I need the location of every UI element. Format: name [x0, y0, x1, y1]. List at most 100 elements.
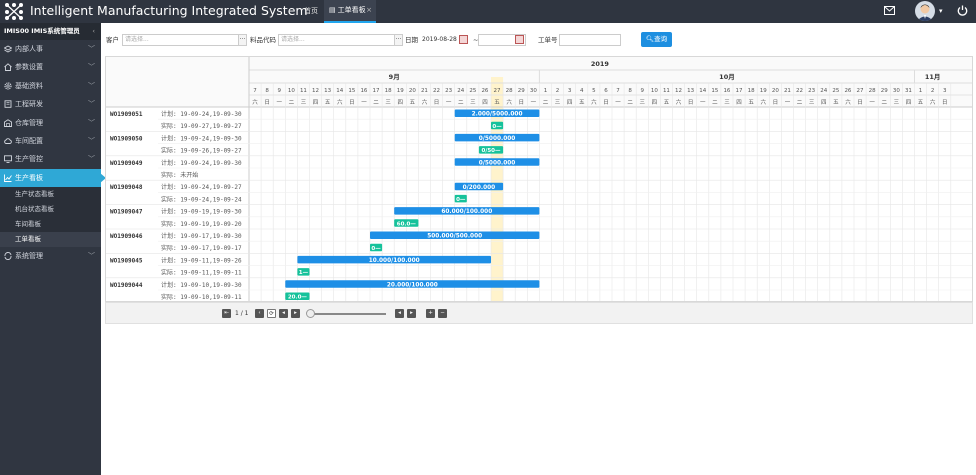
zoom-in-button[interactable]: + — [426, 309, 435, 318]
weekday-label: 三 — [809, 99, 815, 106]
actual-dates: 实际: 19-09-11,19-09-11 — [161, 269, 242, 277]
sidebar-subitem[interactable]: 工单看板 — [0, 232, 101, 248]
sidebar-item-warehouse[interactable]: 仓库管理 ﹀ — [0, 114, 101, 132]
order-number: WO1909046 — [110, 233, 143, 240]
scroll-right-button[interactable]: ▸ — [291, 309, 300, 318]
plan-dates: 计划: 19-09-17,19-09-30 — [161, 232, 242, 240]
calendar-icon[interactable] — [459, 35, 468, 44]
first-page-button[interactable]: ⇤ — [222, 309, 231, 318]
order-number: WO1909050 — [110, 135, 143, 142]
weekday-label: 三 — [894, 99, 900, 106]
sidebar-subitem[interactable]: 车间看板 — [0, 217, 101, 233]
weekday-label: 日 — [603, 99, 609, 106]
sidebar-item-cycle[interactable]: 系统管理 ﹀ — [0, 247, 101, 265]
weekday-label: 六 — [760, 98, 766, 106]
day-label: 29 — [881, 88, 888, 94]
zoom-slider-track[interactable] — [311, 313, 386, 315]
actual-bar-label: 0— — [492, 124, 502, 130]
day-label: 17 — [736, 88, 743, 94]
day-label: 21 — [421, 88, 428, 94]
query-button[interactable]: 🔍︎查询 — [641, 32, 672, 47]
weekday-label: 五 — [833, 99, 839, 106]
weekday-label: 五 — [494, 99, 500, 106]
weekday-label: 六 — [422, 98, 428, 106]
actual-bar-label: 60.0— — [397, 221, 417, 227]
day-label: 13 — [324, 88, 331, 94]
plan-bar-label: 0/5000.000 — [479, 160, 516, 166]
zoom-out-button[interactable]: − — [438, 309, 447, 318]
material-code-input[interactable]: 请选择... — [278, 34, 396, 46]
order-no-input[interactable] — [559, 34, 621, 46]
day-label: 13 — [687, 88, 694, 94]
sidebar-subitem[interactable]: 生产状态看板 — [0, 187, 101, 203]
day-label: 7 — [616, 88, 620, 94]
tab-work-order-board[interactable]: ▤ 工单看板 × — [324, 0, 376, 23]
day-label: 25 — [832, 88, 839, 94]
sidebar: IMIS00 IMIS系统管理员 ‹ 内部人事 ﹀ 参数设置 ﹀ 基础资料 ﹀ 工程研发 ﹀ 仓库… — [0, 23, 106, 475]
prev-page-button[interactable]: ‹ — [255, 309, 264, 318]
calendar-icon[interactable] — [515, 35, 524, 44]
weekday-label: 四 — [567, 99, 573, 106]
customer-picker-button[interactable]: ··· — [238, 34, 247, 46]
material-picker-button[interactable]: ··· — [394, 34, 403, 46]
sidebar-item-cloud[interactable]: 车间配置 ﹀ — [0, 132, 101, 150]
weekday-label: 六 — [591, 98, 597, 106]
plan-dates: 计划: 19-09-19,19-09-30 — [161, 208, 242, 216]
sidebar-item-label: 车间配置 — [15, 136, 43, 145]
weekday-label: 四 — [736, 99, 742, 106]
sidebar-item-gear[interactable]: 基础资料 ﹀ — [0, 77, 101, 95]
day-label: 28 — [506, 88, 513, 94]
day-label: 9 — [278, 88, 282, 94]
collapse-sidebar-icon[interactable]: ‹ — [92, 23, 95, 40]
actual-dates: 实际: 19-09-17,19-09-17 — [161, 244, 242, 252]
mail-icon[interactable] — [884, 6, 895, 15]
order-number: WO1909047 — [110, 209, 143, 216]
zoom-slider-handle[interactable] — [306, 309, 315, 318]
day-label: 22 — [796, 88, 803, 94]
day-label: 23 — [445, 88, 452, 94]
weekday-label: 二 — [458, 100, 464, 106]
avatar[interactable] — [915, 1, 935, 21]
sidebar-item-label: 仓库管理 — [15, 118, 43, 127]
day-label: 18 — [748, 88, 755, 94]
weekday-label: 日 — [264, 99, 270, 106]
sidebar-item-label: 参数设置 — [15, 63, 43, 72]
move-left-button[interactable]: ◂ — [395, 309, 404, 318]
day-label: 7 — [253, 88, 257, 94]
sidebar-item-stack[interactable]: 内部人事 ﹀ — [0, 40, 101, 58]
page-indicator: 1 / 1 — [235, 310, 249, 317]
sidebar-item-monitor[interactable]: 生产管控 ﹀ — [0, 150, 101, 168]
day-label: 23 — [808, 88, 815, 94]
app-title: Intelligent Manufacturing Integrated Sys… — [30, 3, 308, 18]
user-menu-caret-icon[interactable]: ▾ — [939, 7, 943, 15]
weekday-label: 二 — [627, 100, 633, 106]
customer-input[interactable]: 请选择... — [122, 34, 240, 46]
weekday-label: 六 — [930, 98, 936, 106]
book-icon — [4, 100, 12, 108]
power-icon[interactable] — [957, 5, 968, 16]
sidebar-item-home[interactable]: 参数设置 ﹀ — [0, 58, 101, 76]
sidebar-item-book[interactable]: 工程研发 ﹀ — [0, 95, 101, 113]
chevron-down-icon: ﹀ — [88, 252, 95, 261]
weekday-label: 日 — [773, 99, 779, 106]
move-right-button[interactable]: ▸ — [407, 309, 416, 318]
scroll-left-button[interactable]: ◂ — [279, 309, 288, 318]
material-code-label: 料品代码 — [250, 36, 276, 44]
actual-dates: 实际: 19-09-10,19-09-11 — [161, 293, 242, 301]
plan-bar-label: 500.000/500.000 — [427, 234, 482, 240]
close-tab-icon[interactable]: × — [366, 0, 372, 21]
weekday-label: 二 — [543, 100, 549, 106]
actual-dates: 实际: 未开始 — [161, 171, 198, 179]
day-label: 26 — [481, 88, 488, 94]
weekday-label: 五 — [664, 99, 670, 106]
day-label: 17 — [373, 88, 380, 94]
weekday-label: 一 — [531, 100, 537, 106]
sidebar-item-chart[interactable]: 生产看板﹀ — [0, 168, 106, 188]
order-number: WO1909045 — [110, 257, 143, 264]
day-label: 20 — [409, 88, 416, 94]
refresh-icon[interactable]: ⟳ — [267, 309, 276, 318]
gantt-toolbar: ⇤ 1 / 1 ‹ ⟳ ◂ ▸ ◂ ▸ + − — [105, 302, 973, 324]
system-name: IMIS00 IMIS系统管理员 — [4, 27, 80, 35]
sidebar-subitem[interactable]: 机台状态看板 — [0, 202, 101, 218]
tab-home[interactable]: 首页 — [298, 0, 324, 23]
